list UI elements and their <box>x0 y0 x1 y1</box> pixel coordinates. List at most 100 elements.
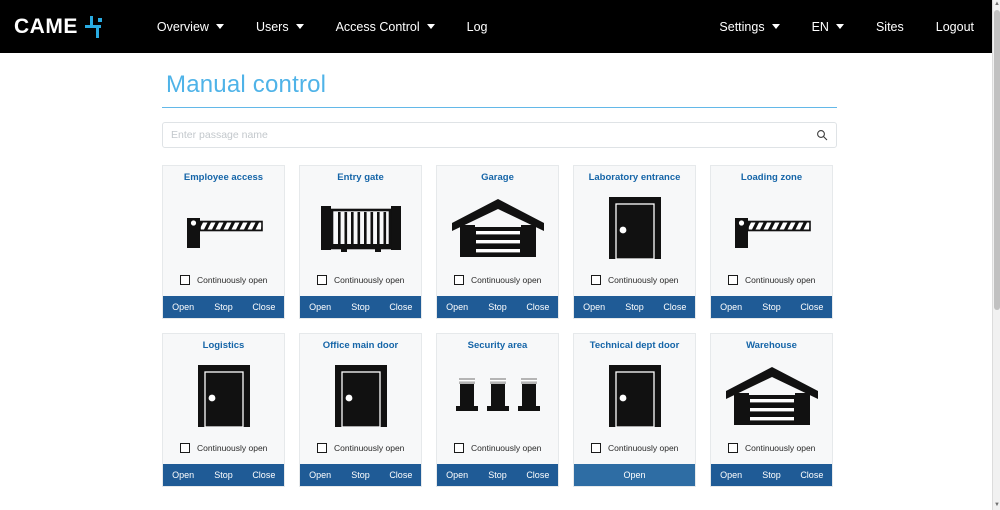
stop-button[interactable]: Stop <box>340 296 381 318</box>
continuously-open-checkbox[interactable] <box>317 443 327 453</box>
nav-item-overview[interactable]: Overview <box>141 0 240 53</box>
continuously-open-checkbox[interactable] <box>454 443 464 453</box>
open-button[interactable]: Open <box>711 296 752 318</box>
nav-item-label: Users <box>255 19 289 34</box>
close-button[interactable]: Close <box>243 464 284 486</box>
passage-button-bar: Open Stop Close <box>300 464 421 486</box>
scroll-down-arrow[interactable]: ▼ <box>993 501 1000 510</box>
chevron-down-icon <box>215 24 224 29</box>
stop-button[interactable]: Stop <box>203 296 244 318</box>
passage-icon-area <box>163 351 284 443</box>
brand-name: CAME <box>14 15 78 38</box>
passage-card: Office main door Continuously open Open … <box>299 333 422 487</box>
open-button[interactable]: Open <box>437 464 478 486</box>
open-button[interactable]: Open <box>163 464 204 486</box>
chevron-down-icon <box>771 24 780 29</box>
close-button[interactable]: Close <box>517 464 558 486</box>
continuously-open-checkbox[interactable] <box>591 443 601 453</box>
passage-button-bar: Open Stop Close <box>163 296 284 318</box>
close-button[interactable]: Close <box>791 464 832 486</box>
continuously-open-checkbox[interactable] <box>317 275 327 285</box>
garage-icon <box>451 199 544 258</box>
chevron-down-icon <box>295 24 304 29</box>
continuously-open-label: Continuously open <box>745 443 816 453</box>
open-button[interactable]: Open <box>300 464 341 486</box>
stop-button[interactable]: Stop <box>477 296 518 318</box>
nav-item-label: Logout <box>935 19 974 34</box>
barrier-icon <box>186 218 263 249</box>
scrollbar-thumb[interactable] <box>994 10 1000 310</box>
continuously-open-checkbox[interactable] <box>728 275 738 285</box>
continuously-open-row: Continuously open <box>300 443 421 464</box>
page-body: Manual control Employee access <box>0 53 1000 487</box>
continuously-open-row: Continuously open <box>711 443 832 464</box>
continuously-open-checkbox[interactable] <box>180 275 190 285</box>
stop-button[interactable]: Stop <box>751 296 792 318</box>
continuously-open-checkbox[interactable] <box>454 275 464 285</box>
stop-button[interactable]: Stop <box>340 464 381 486</box>
continuously-open-label: Continuously open <box>334 443 405 453</box>
open-button[interactable]: Open <box>300 296 341 318</box>
barrier-icon <box>734 218 811 249</box>
open-button[interactable]: Open <box>711 464 752 486</box>
passage-icon-area <box>711 351 832 443</box>
nav-item-access control[interactable]: Access Control <box>320 0 451 53</box>
continuously-open-row: Continuously open <box>300 275 421 296</box>
close-button[interactable]: Close <box>380 296 421 318</box>
open-button[interactable]: Open <box>574 296 615 318</box>
nav-item-sites[interactable]: Sites <box>860 0 920 53</box>
passage-button-bar: Open Stop Close <box>711 464 832 486</box>
brand-logo[interactable]: CAME <box>14 15 105 38</box>
passage-button-bar: Open Stop Close <box>300 296 421 318</box>
continuously-open-label: Continuously open <box>197 443 268 453</box>
continuously-open-checkbox[interactable] <box>591 275 601 285</box>
open-button[interactable]: Open <box>574 464 695 486</box>
passage-card: Garage Continuously open Open Stop Close <box>436 165 559 319</box>
passage-icon-area <box>711 183 832 275</box>
close-button[interactable]: Close <box>517 296 558 318</box>
passage-button-bar: Open Stop Close <box>574 296 695 318</box>
passage-card: Technical dept door Continuously open Op… <box>573 333 696 487</box>
page-scrollbar[interactable]: ▲ ▼ <box>992 0 1000 510</box>
nav-item-settings[interactable]: Settings <box>703 0 795 53</box>
passage-card: Logistics Continuously open Open Stop Cl… <box>162 333 285 487</box>
search-box <box>162 122 837 148</box>
nav-item-label: Settings <box>719 19 765 34</box>
continuously-open-row: Continuously open <box>163 443 284 464</box>
nav-item-logout[interactable]: Logout <box>920 0 990 53</box>
stop-button[interactable]: Stop <box>751 464 792 486</box>
door-icon <box>334 365 387 428</box>
continuously-open-label: Continuously open <box>334 275 405 285</box>
search-input[interactable] <box>163 123 836 147</box>
close-button[interactable]: Close <box>380 464 421 486</box>
open-button[interactable]: Open <box>437 296 478 318</box>
close-button[interactable]: Close <box>791 296 832 318</box>
nav-item-log[interactable]: Log <box>451 0 504 53</box>
nav-item-en[interactable]: EN <box>796 0 860 53</box>
passage-title: Technical dept door <box>589 340 680 351</box>
stop-button[interactable]: Stop <box>477 464 518 486</box>
nav-item-users[interactable]: Users <box>240 0 320 53</box>
passage-card: Loading zone Continuously open Open Stop… <box>710 165 833 319</box>
continuously-open-checkbox[interactable] <box>180 443 190 453</box>
close-button[interactable]: Close <box>243 296 284 318</box>
secondary-nav: Settings EN Sites Logout <box>703 0 990 53</box>
passage-icon-area <box>574 183 695 275</box>
passage-icon-area <box>300 351 421 443</box>
passage-title: Security area <box>467 340 528 351</box>
search-icon[interactable] <box>816 129 828 141</box>
passage-icon-area <box>437 351 558 443</box>
continuously-open-label: Continuously open <box>745 275 816 285</box>
close-button[interactable]: Close <box>654 296 695 318</box>
continuously-open-label: Continuously open <box>608 443 679 453</box>
stop-button[interactable]: Stop <box>614 296 655 318</box>
page-title: Manual control <box>166 71 327 98</box>
stop-button[interactable]: Stop <box>203 464 244 486</box>
primary-nav: Overview Users Access Control Log <box>141 0 504 53</box>
continuously-open-row: Continuously open <box>711 275 832 296</box>
passage-icon-area <box>574 351 695 443</box>
open-button[interactable]: Open <box>163 296 204 318</box>
scroll-up-arrow[interactable]: ▲ <box>993 0 1000 9</box>
continuously-open-checkbox[interactable] <box>728 443 738 453</box>
nav-item-label: Overview <box>156 19 209 34</box>
